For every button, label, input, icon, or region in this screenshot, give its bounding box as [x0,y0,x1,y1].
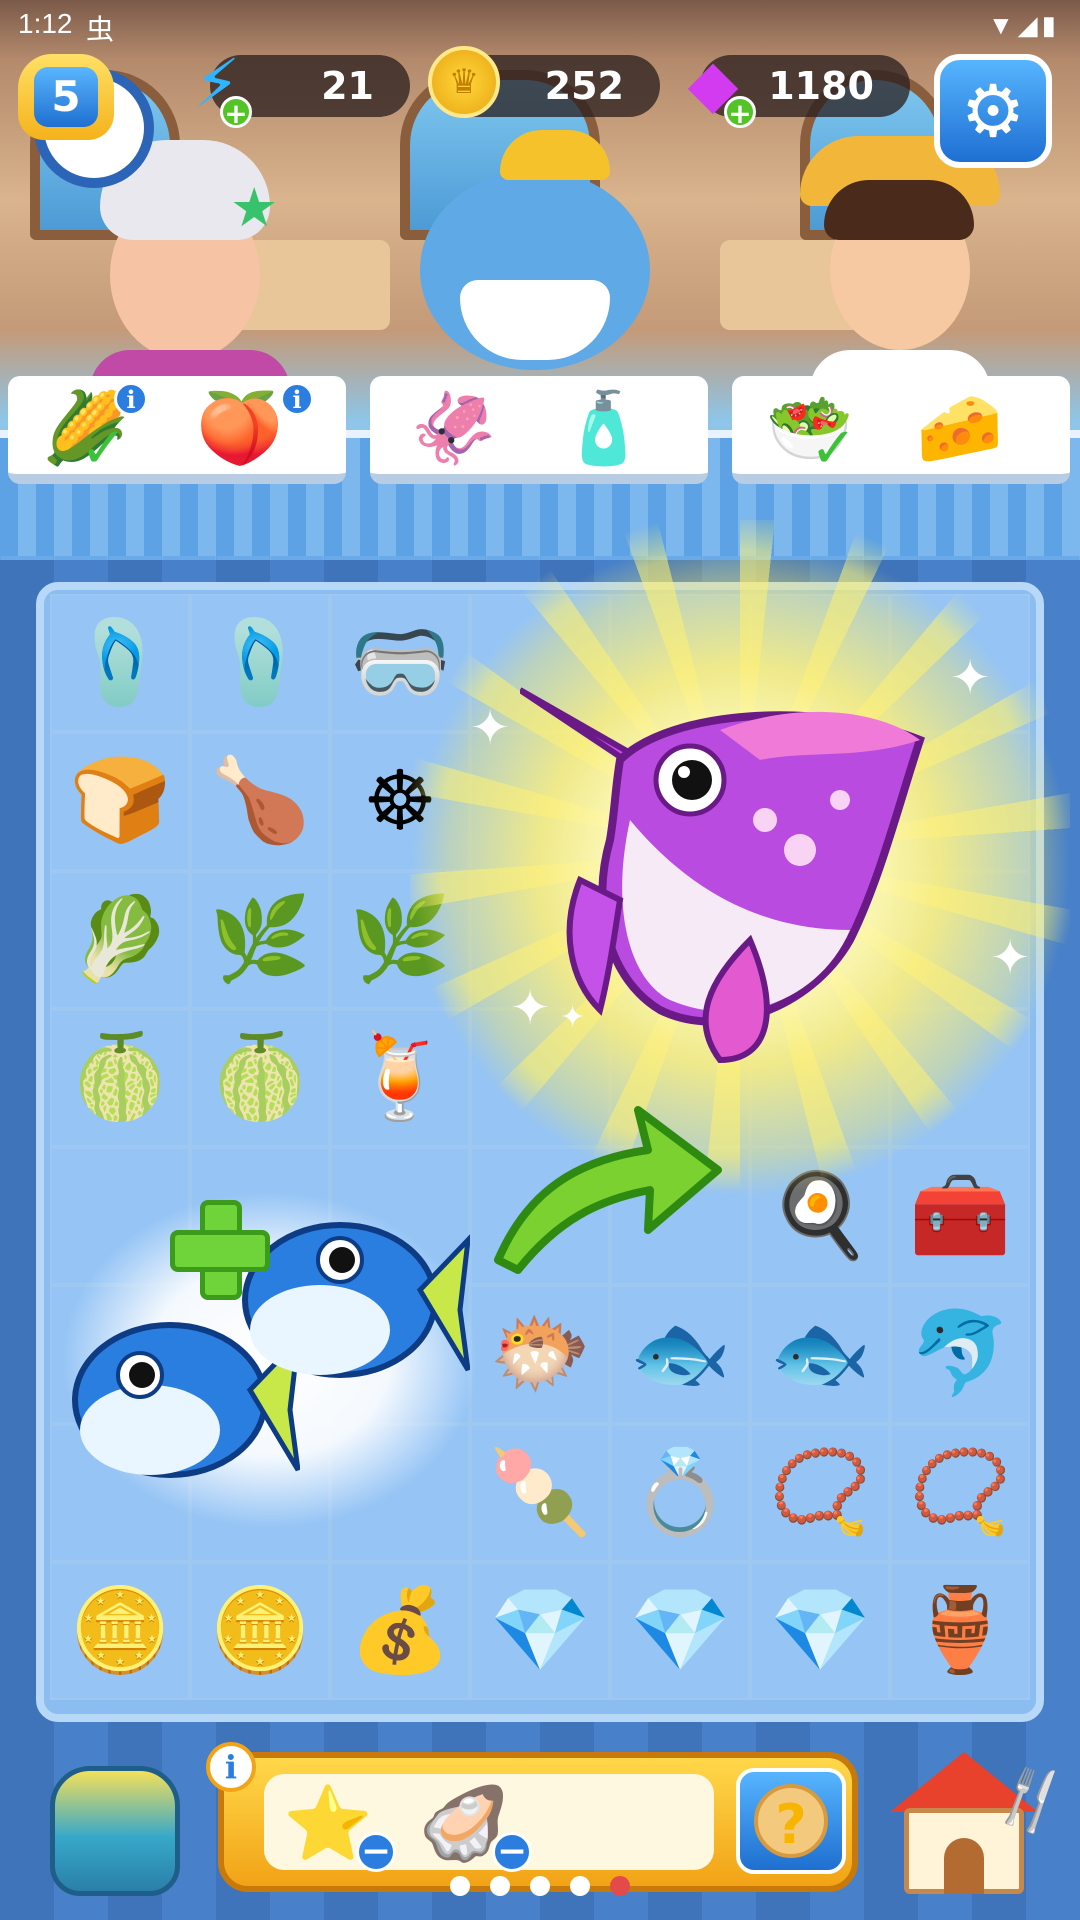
board-cell[interactable]: 💎 [750,1561,890,1700]
board-cell[interactable]: 🐬 [890,1285,1030,1424]
level-badge[interactable]: 5 [12,54,154,188]
board-item-icon: 🐟 [628,1306,732,1402]
board-cell[interactable]: 📿 [750,1423,890,1562]
system-icons: ▼◢▮ [987,10,1060,40]
board-item-icon: 🍈 [208,1029,312,1125]
status-bar: 1:12 虫 ▼◢▮ [0,0,1080,48]
info-icon[interactable]: i [114,382,148,416]
check-icon: ✓ [80,416,127,481]
page-dot[interactable] [450,1876,470,1896]
order-card-hippo[interactable]: 🦑 🧴 [370,376,708,484]
board-cell[interactable]: 🥬 [50,870,190,1009]
notification-icon: 虫 [86,14,115,45]
tray-info-button[interactable]: i [206,1742,256,1792]
page-dot[interactable] [530,1876,550,1896]
mystery-button[interactable]: ? [736,1768,846,1874]
merge-arrow-icon [494,1106,722,1274]
add-energy-button[interactable]: + [220,96,252,129]
order-card-boy[interactable]: 🥗 ✓ 🧀 [732,376,1070,484]
question-icon: ? [754,1784,828,1858]
clock: 1:12 [18,8,73,39]
level-number: 5 [34,67,98,127]
boy-hair [824,180,974,240]
board-item-icon: 🌿 [208,891,312,987]
sparkle-icon: ✦ [950,650,991,706]
board-item-icon: 📿 [908,1444,1012,1540]
board-cell[interactable]: 🍡 [470,1423,610,1562]
board-cell[interactable]: 🏺 [890,1561,1030,1700]
board-item-icon: 🐬 [908,1306,1012,1402]
page-dot[interactable] [570,1876,590,1896]
tuna-merge-icon [242,1222,470,1378]
board-item-icon: 🐡 [488,1306,592,1402]
board-item-icon: 🩴 [208,615,312,711]
board-cell[interactable]: 🩴 [190,594,330,733]
top-hud: 5 21 ⚡ + 252 ♛ 1180 ◆ + ⚙ [0,45,1080,188]
bottle-icon: 🧴 [560,386,648,469]
board-cell[interactable]: 💍 [610,1423,750,1562]
peach-icon: 🍑 [196,386,284,469]
board-item-icon: 💎 [768,1582,872,1678]
board-item-icon: 💍 [628,1444,732,1540]
board-item-icon: 🪙 [68,1582,172,1678]
page-indicator [0,1876,1080,1906]
add-gems-button[interactable]: + [724,96,756,129]
board-item-icon: 🍈 [68,1029,172,1125]
remove-mussel-button[interactable]: − [492,1832,532,1872]
page-dot[interactable] [610,1876,630,1896]
board-cell[interactable]: 🪙 [190,1561,330,1700]
board-cell[interactable]: 💎 [470,1561,610,1700]
board-cell[interactable]: 🍗 [190,732,330,871]
board-item-icon: 💰 [348,1582,452,1678]
order-card-grandma[interactable]: 🌽 i ✓ 🍑 i [8,376,346,484]
board-cell[interactable]: 💎 [610,1561,750,1700]
board-cell[interactable]: 🐡 [470,1285,610,1424]
board-item-icon: 🐟 [768,1306,872,1402]
chef-hat-icon: 5 [18,54,114,140]
board-cell[interactable]: 🐟 [610,1285,750,1424]
swordfish-result-icon [520,687,925,1064]
order-tray[interactable]: ⭐ − 🦪 − ? [218,1752,858,1892]
sparkle-icon: ✦ [990,930,1031,986]
plus-icon [170,1200,270,1300]
info-icon[interactable]: i [280,382,314,416]
board-item-icon: 🏺 [908,1582,1012,1678]
board-item-icon: 🍗 [208,753,312,849]
board-cell[interactable]: 💰 [330,1561,470,1700]
board-item-icon: 📿 [768,1444,872,1540]
board-cell[interactable]: 🐟 [750,1285,890,1424]
board-item-icon: 🩴 [68,615,172,711]
board-cell[interactable]: 📿 [890,1423,1030,1562]
page-dot[interactable] [490,1876,510,1896]
remove-starfish-button[interactable]: − [356,1832,396,1872]
squid-icon: 🦑 [410,386,498,469]
board-cell[interactable]: 🪙 [50,1561,190,1700]
check-icon: ✓ [810,416,857,481]
board-cell[interactable]: 🌿 [190,870,330,1009]
board-item-icon: 🪙 [208,1582,312,1678]
board-cell[interactable]: 🍈 [50,1008,190,1147]
coin-icon: ♛ [428,46,500,118]
board-cell[interactable]: 🍞 [50,732,190,871]
board-cell[interactable]: 🍈 [190,1008,330,1147]
settings-button[interactable]: ⚙ [934,54,1052,168]
sparkle-icon: ✦ [470,700,511,756]
starfish-icon: ★ [230,176,279,239]
board-item-icon: 🥬 [68,891,172,987]
board-cell[interactable]: 🩴 [50,594,190,733]
board-item-icon: 🍞 [68,753,172,849]
gear-icon: ⚙ [960,69,1026,153]
board-item-icon: 💎 [628,1582,732,1678]
tray-slots: ⭐ − 🦪 − [264,1774,714,1872]
board-item-icon: 💎 [488,1582,592,1678]
cheese-icon: 🧀 [916,386,1004,469]
board-item-icon: 🍡 [488,1444,592,1540]
